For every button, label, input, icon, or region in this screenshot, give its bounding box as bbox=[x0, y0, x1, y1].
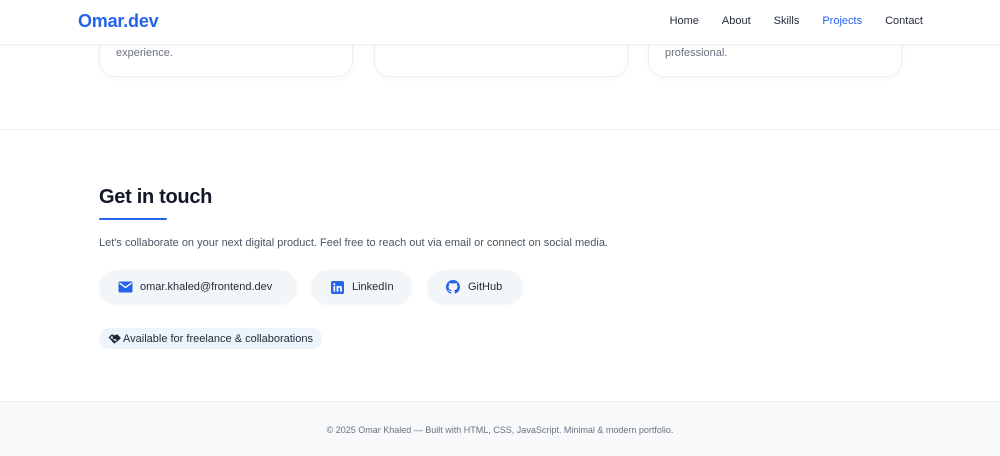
linkedin-link[interactable]: LinkedIn bbox=[311, 270, 412, 304]
github-link-label: GitHub bbox=[468, 281, 503, 293]
linkedin-link-label: LinkedIn bbox=[352, 281, 394, 293]
nav-item-skills[interactable]: Skills bbox=[774, 15, 800, 27]
brand-logo[interactable]: Omar.dev bbox=[78, 11, 159, 32]
contact-section: Get in touch Let's collaborate on your n… bbox=[0, 130, 1000, 401]
handshake-icon bbox=[107, 332, 121, 346]
email-link-label: omar.khaled@frontend.dev bbox=[140, 281, 273, 293]
nav-item-home[interactable]: Home bbox=[670, 15, 699, 27]
site-header: Omar.dev Home About Skills Projects Cont… bbox=[0, 0, 1000, 45]
footer-copyright: © 2025 Omar Khaled — Built with HTML, CS… bbox=[326, 425, 674, 435]
linkedin-icon bbox=[329, 279, 345, 295]
availability-badge: Available for freelance & collaborations bbox=[99, 328, 322, 349]
project-card-text: professional. bbox=[665, 47, 728, 59]
main-nav: Home About Skills Projects Contact bbox=[647, 15, 923, 27]
availability-label: Available for freelance & collaborations bbox=[123, 332, 313, 345]
nav-item-about[interactable]: About bbox=[722, 15, 751, 27]
project-card-text: experience. bbox=[116, 47, 173, 59]
nav-item-contact[interactable]: Contact bbox=[885, 15, 923, 27]
github-icon bbox=[445, 279, 461, 295]
title-underline bbox=[99, 218, 167, 220]
site-footer: © 2025 Omar Khaled — Built with HTML, CS… bbox=[0, 401, 1000, 456]
github-link[interactable]: GitHub bbox=[427, 270, 523, 304]
nav-item-projects[interactable]: Projects bbox=[822, 15, 862, 27]
email-link[interactable]: omar.khaled@frontend.dev bbox=[99, 270, 297, 304]
envelope-icon bbox=[117, 279, 133, 295]
contact-description: Let's collaborate on your next digital p… bbox=[99, 237, 608, 249]
section-title: Get in touch bbox=[99, 186, 213, 208]
